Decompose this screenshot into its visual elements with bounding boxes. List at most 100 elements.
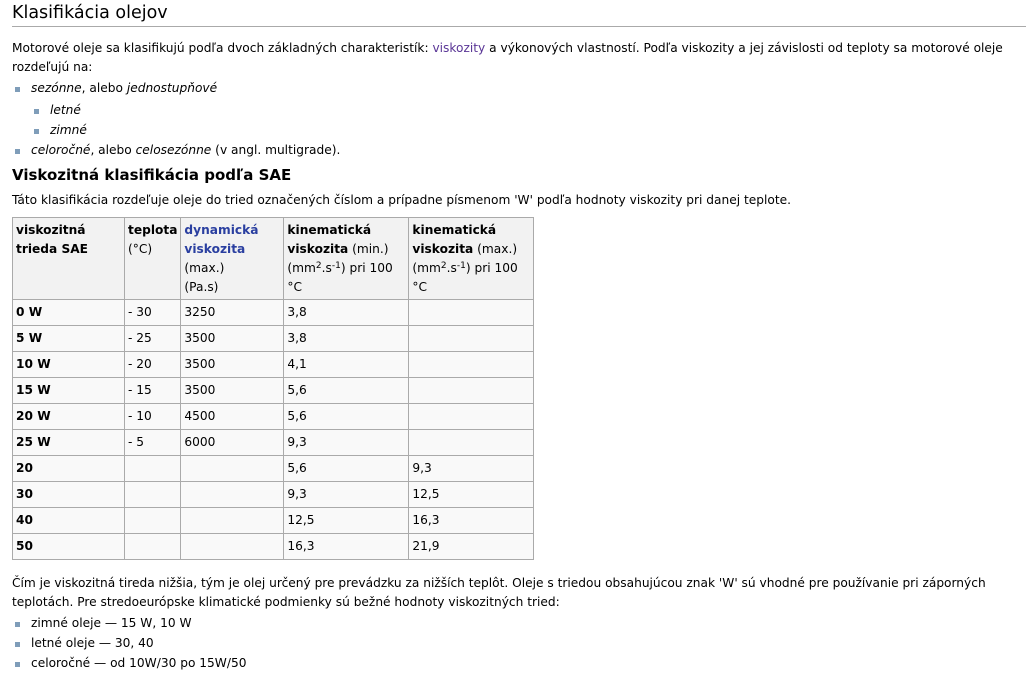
- list-item-winter: zimné: [31, 121, 1028, 140]
- sae-intro-paragraph: Táto klasifikácia rozdeľuje oleje do tri…: [12, 193, 791, 207]
- seasonal-joiner: , alebo: [81, 81, 127, 95]
- sae-viscosity-table: viskozitná trieda SAE teplota (°C) dynami…: [12, 217, 535, 560]
- seasonal-term: sezónne: [31, 81, 82, 95]
- cell-kinematic-max: 9,3: [408, 455, 535, 482]
- cell-kinematic-max: [408, 351, 535, 378]
- dynamic-viscosity-link[interactable]: dynamická viskozita: [184, 223, 258, 256]
- header-sae-class: viskozitná trieda SAE: [12, 217, 125, 300]
- table-row: 20 5,6 9,3: [12, 455, 535, 482]
- cell-dynamic-viscosity: 3500: [180, 351, 285, 378]
- table-row: 25 W- 5 6000 9,3: [12, 429, 535, 456]
- table-row: 20 W- 10 4500 5,6: [12, 403, 535, 430]
- section-title: Klasifikácia olejov: [12, 0, 1026, 27]
- unit-sup-minus-1: -1: [331, 261, 341, 271]
- list-item-winter-oils: zimné oleje — 15 W, 10 W: [12, 614, 1028, 633]
- cell-dynamic-viscosity: 3500: [180, 325, 285, 352]
- header-kinematic-viscosity-min: kinematická viskozita (min.) (mm2.s-1) pr…: [283, 217, 410, 300]
- cell-dynamic-viscosity: [180, 533, 285, 560]
- cell-sae-class: 20 W: [12, 403, 125, 430]
- header-kinematic-max-qualifier: (max.): [473, 242, 518, 256]
- cell-sae-class: 30: [12, 481, 125, 508]
- unit-part-b: .s: [446, 261, 457, 275]
- table-row: 10 W- 20 3500 4,1: [12, 351, 535, 378]
- header-temperature-label: teplota: [128, 223, 178, 237]
- viskozity-link[interactable]: viskozity: [432, 41, 485, 55]
- unit-part-a: (mm: [412, 261, 441, 275]
- cell-kinematic-min: 5,6: [283, 377, 410, 404]
- cell-kinematic-min: 5,6: [283, 403, 410, 430]
- unit-sup-minus-1: -1: [456, 261, 466, 271]
- cell-kinematic-min: 16,3: [283, 533, 410, 560]
- cell-temperature: - 10: [123, 403, 182, 430]
- cell-kinematic-min: 9,3: [283, 481, 410, 508]
- cell-kinematic-max: [408, 403, 535, 430]
- all-year-joiner: , alebo: [90, 143, 136, 157]
- table-row: 15 W- 15 3500 5,6: [12, 377, 535, 404]
- cell-kinematic-min: 5,6: [283, 455, 410, 482]
- header-temperature: teplota (°C): [123, 217, 182, 300]
- cell-sae-class: 50: [12, 533, 125, 560]
- all-season-term: celosezónne: [135, 143, 212, 157]
- cell-kinematic-min: 3,8: [283, 325, 410, 352]
- cell-kinematic-max: 16,3: [408, 507, 535, 534]
- cell-sae-class: 20: [12, 455, 125, 482]
- cell-dynamic-viscosity: 6000: [180, 429, 285, 456]
- winter-term: zimné: [50, 123, 87, 137]
- table-header-row: viskozitná trieda SAE teplota (°C) dynami…: [12, 217, 535, 300]
- cell-sae-class: 40: [12, 507, 125, 534]
- header-dynamic-viscosity-max: (max.): [184, 261, 225, 275]
- cell-temperature: [123, 533, 182, 560]
- table-row: 40 12,5 16,3: [12, 507, 535, 534]
- cell-temperature: [123, 455, 182, 482]
- unit-part-a: (mm: [287, 261, 316, 275]
- header-sae-class-label: viskozitná trieda SAE: [16, 223, 89, 256]
- cell-kinematic-min: 9,3: [283, 429, 410, 456]
- header-kinematic-min-unit: (mm2.s-1) pri 100 °C: [287, 261, 392, 294]
- header-dynamic-viscosity-unit: (Pa.s): [184, 280, 219, 294]
- cell-kinematic-max: [408, 299, 535, 326]
- cell-kinematic-min: 12,5: [283, 507, 410, 534]
- cell-sae-class: 10 W: [12, 351, 125, 378]
- cell-kinematic-max: 12,5: [408, 481, 535, 508]
- cell-kinematic-max: [408, 429, 535, 456]
- cell-sae-class: 25 W: [12, 429, 125, 456]
- header-kinematic-min-qualifier: (min.): [348, 242, 389, 256]
- cell-temperature: - 30: [123, 299, 182, 326]
- article-content: Klasifikácia olejov Motorové oleje sa kl…: [0, 0, 1028, 673]
- cell-dynamic-viscosity: 4500: [180, 403, 285, 430]
- table-body: 0 W- 30 3250 3,8 5 W- 25 3500 3,8 10 W- 20 35…: [12, 299, 535, 560]
- cell-temperature: - 20: [123, 351, 182, 378]
- cell-dynamic-viscosity: [180, 455, 285, 482]
- unit-part-b: .s: [321, 261, 332, 275]
- sae-section-title: Viskozitná klasifikácia podľa SAE: [12, 166, 292, 184]
- summer-term: letné: [50, 103, 81, 117]
- cell-temperature: [123, 507, 182, 534]
- list-item-seasonal: sezónne, alebo jednostupňové: [12, 79, 1028, 98]
- header-kinematic-max-unit: (mm2.s-1) pri 100 °C: [412, 261, 517, 294]
- cell-kinematic-max: 21,9: [408, 533, 535, 560]
- intro-text-before: Motorové oleje sa klasifikujú podľa dvoc…: [12, 41, 433, 55]
- list-item-all-year: celoročné, alebo celosezónne (v angl. mu…: [12, 141, 1028, 160]
- cell-kinematic-max: [408, 325, 535, 352]
- cell-temperature: - 5: [123, 429, 182, 456]
- oil-types-list: sezónne, alebo jednostupňové letné zimné…: [12, 79, 1028, 160]
- table-row: 5 W- 25 3500 3,8: [12, 325, 535, 352]
- outro-paragraph: Čím je viskozitná tireda nižšia, tým je …: [12, 576, 986, 609]
- cell-temperature: [123, 481, 182, 508]
- cell-temperature: - 25: [123, 325, 182, 352]
- single-grade-term: jednostupňové: [126, 81, 218, 95]
- cell-dynamic-viscosity: 3500: [180, 377, 285, 404]
- header-temperature-unit: (°C): [128, 242, 153, 256]
- cell-kinematic-max: [408, 377, 535, 404]
- multigrade-note: (v angl. multigrade).: [211, 143, 341, 157]
- cell-dynamic-viscosity: [180, 507, 285, 534]
- table-row: 0 W- 30 3250 3,8: [12, 299, 535, 326]
- table-row: 50 16,3 21,9: [12, 533, 535, 560]
- cell-kinematic-min: 3,8: [283, 299, 410, 326]
- cell-dynamic-viscosity: 3250: [180, 299, 285, 326]
- list-item-summer: letné: [31, 101, 1028, 120]
- all-year-term: celoročné: [31, 143, 91, 157]
- common-grades-list: zimné oleje — 15 W, 10 W letné oleje — 3…: [12, 614, 1028, 673]
- cell-sae-class: 15 W: [12, 377, 125, 404]
- cell-sae-class: 0 W: [12, 299, 125, 326]
